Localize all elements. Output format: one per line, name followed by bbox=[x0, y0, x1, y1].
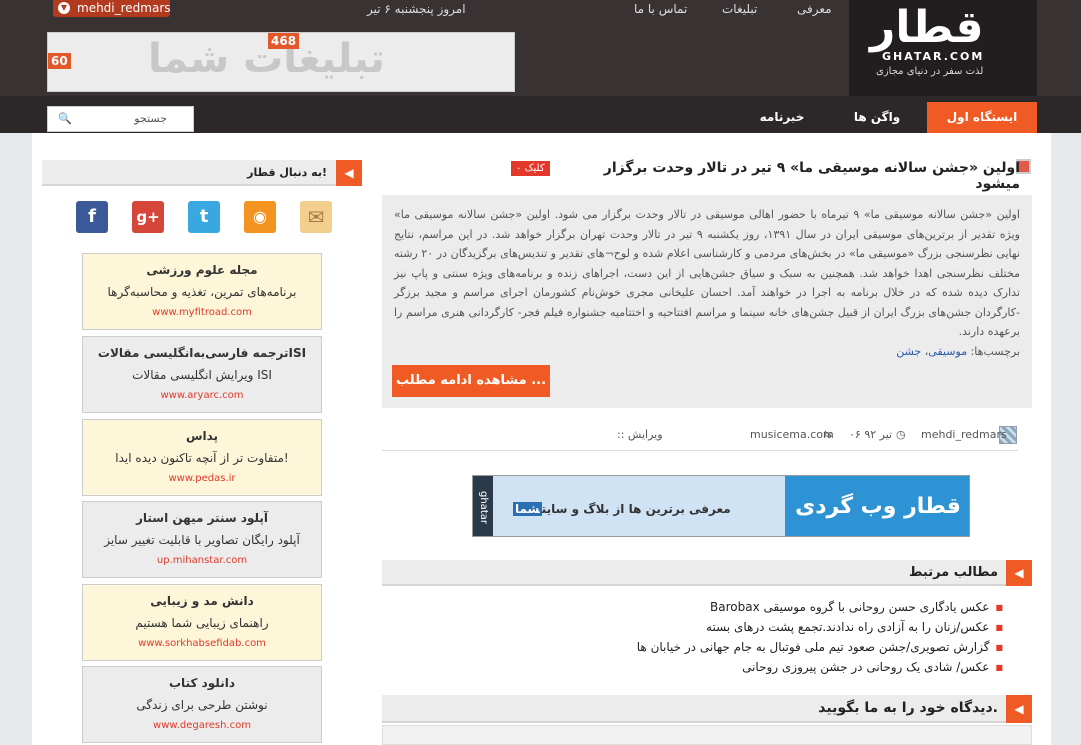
search-input[interactable]: جستجو bbox=[134, 112, 167, 125]
excerpt-text: اولین «جشن سالانه موسیقی ما» ۹ تیرماه با… bbox=[394, 208, 1020, 338]
banner-text: تبلیغات شما bbox=[148, 36, 385, 82]
related-header: ◀ مطالب مرتبط bbox=[382, 560, 1032, 586]
edit-link[interactable]: :: ویرایش bbox=[617, 428, 663, 441]
ad-title: ترجمه فارسی‌به‌انگلیسی مقالات‌ISI bbox=[97, 346, 307, 360]
ad-line-text: معرفی برترین ها از بلاگ و سایت bbox=[541, 502, 731, 516]
tags-label: برچسب‌ها: bbox=[970, 344, 1020, 358]
nav-about[interactable]: معرفی bbox=[797, 2, 832, 16]
related-item[interactable]: عکس/زنان را به آزادی راه ندادند.تجمع پشت… bbox=[706, 620, 1003, 634]
ad-desc: متفاوت تر از آنچه تاکنون دیده ایدا! bbox=[115, 451, 289, 465]
related-title: مطالب مرتبط bbox=[908, 565, 998, 580]
ad-line: معرفی برترین ها از بلاگ و سایتشما bbox=[513, 502, 731, 516]
ad-desc: ویرایش انگلیسی مقالات ISI bbox=[132, 368, 272, 382]
ad-desc: آپلود رایگان تصاویر با قابلیت تغییر سایز bbox=[104, 533, 300, 547]
clock-icon: ◷ bbox=[896, 428, 906, 441]
read-more-button[interactable]: مشاهده ادامه مطلب ... bbox=[392, 365, 550, 397]
logo-sub-text: GHATAR.COM bbox=[882, 50, 985, 63]
tab-wagons[interactable]: واگن ها bbox=[827, 102, 927, 133]
related-item[interactable]: عکس یادگاری حسن روحانی با گروه موسیقی Ba… bbox=[710, 600, 1003, 614]
related-item[interactable]: گزارش تصویری/جشن صعود تیم ملی فوتبال به … bbox=[637, 640, 1003, 654]
banner-height-badge: 60 bbox=[48, 53, 71, 69]
twitter-icon[interactable]: t bbox=[188, 201, 220, 233]
sidebar-ad[interactable]: دانلود کتاب نوشتن طرحی برای زندگی www.de… bbox=[82, 666, 322, 743]
ad-url: www.aryarc.com bbox=[160, 390, 244, 401]
ad-title: آپلود سنتر میهن استار bbox=[135, 511, 269, 525]
search-box[interactable]: 🔍 جستجو bbox=[47, 106, 194, 132]
nav-contact[interactable]: تماس با ما bbox=[634, 2, 687, 16]
sidebar-title: به دنبال قطار! bbox=[247, 166, 327, 179]
arrow-left-icon: ◀ bbox=[336, 160, 362, 186]
tag-link[interactable]: موسیقی bbox=[928, 345, 967, 358]
related-item[interactable]: عکس/ شادی یک روحانی در جشن پیروزی روحانی bbox=[742, 660, 1003, 674]
ad-banner-header[interactable]: تبلیغات شما 468 60 bbox=[47, 32, 515, 92]
post-date: ۰۶ تیر ۹۲ bbox=[849, 428, 893, 441]
chevron-down-icon: ▼ bbox=[58, 2, 70, 14]
arrow-left-icon: ◀ bbox=[1006, 560, 1032, 586]
ad-side-label: ghatar bbox=[473, 476, 493, 536]
nav-ads[interactable]: تبلیغات bbox=[722, 2, 757, 16]
sidebar-ad[interactable]: پداس متفاوت تر از آنچه تاکنون دیده ایدا!… bbox=[82, 419, 322, 496]
ad-title: پداس bbox=[185, 429, 219, 443]
tag-link[interactable]: جشن bbox=[896, 345, 921, 358]
ad-brand: قطار وب گردی bbox=[785, 476, 969, 536]
ad-desc: برنامه‌های تمرین، تغذیه و محاسبه‌گرها bbox=[107, 285, 297, 299]
facebook-icon[interactable]: f bbox=[76, 201, 108, 233]
rss-icon[interactable]: ◉ bbox=[244, 201, 276, 233]
sidebar-ad[interactable]: ترجمه فارسی‌به‌انگلیسی مقالات‌ISI ویرایش… bbox=[82, 336, 322, 413]
comment-header: ◀ دیدگاه خود را به ما بگویید. bbox=[382, 695, 1032, 723]
sidebar-ad[interactable]: مجله علوم ورزشی برنامه‌های تمرین، تغذیه … bbox=[82, 253, 322, 330]
ad-url: www.myfitroad.com bbox=[152, 307, 252, 318]
ad-highlight: شما bbox=[513, 502, 542, 516]
click-count-badge: ۰ کلیک bbox=[511, 161, 550, 176]
sidebar-header: ◀ به دنبال قطار! bbox=[42, 160, 362, 186]
sidebar-ad[interactable]: آپلود سنتر میهن استار آپلود رایگان تصاوی… bbox=[82, 501, 322, 578]
comment-form[interactable] bbox=[382, 725, 1032, 745]
email-icon[interactable]: ✉ bbox=[300, 201, 332, 233]
sidebar-ad[interactable]: دانش مد و زیبایی راهنمای زیبایی شما هستی… bbox=[82, 584, 322, 661]
ad-url: www.pedas.ir bbox=[168, 473, 236, 484]
tab-home[interactable]: ایستگاه اول bbox=[927, 102, 1037, 133]
post-source[interactable]: musicema.com bbox=[750, 428, 834, 441]
tab-newsletter[interactable]: خبرنامه bbox=[737, 102, 827, 133]
ad-url: www.sorkhabsefidab.com bbox=[138, 638, 266, 649]
post-title[interactable]: اولین «جشن سالانه موسیقی ما» ۹ تیر در تا… bbox=[560, 160, 1020, 192]
post-tags: برچسب‌ها: موسیقی، جشن bbox=[896, 344, 1020, 358]
post-author[interactable]: mehdi_redmars bbox=[921, 428, 1007, 441]
ad-banner-ghatar[interactable]: ghatar معرفی برترین ها از بلاگ و سایتشما… bbox=[472, 475, 970, 537]
ad-desc: راهنمای زیبایی شما هستیم bbox=[135, 616, 269, 630]
search-icon[interactable]: 🔍 bbox=[58, 112, 72, 125]
ad-title: دانش مد و زیبایی bbox=[150, 594, 254, 608]
logo-tagline: لذت سفر در دنیای مجازی bbox=[876, 66, 984, 77]
ad-desc: نوشتن طرحی برای زندگی bbox=[136, 698, 268, 712]
googleplus-icon[interactable]: g+ bbox=[132, 201, 164, 233]
user-menu-button[interactable]: ▼ mehdi_redmars bbox=[53, 0, 171, 17]
arrow-left-icon: ◀ bbox=[1006, 695, 1032, 723]
ad-title: مجله علوم ورزشی bbox=[146, 263, 258, 277]
meta-divider bbox=[382, 450, 1018, 451]
header-date: امروز پنجشنبه ۶ تیر bbox=[367, 2, 466, 16]
ad-title: دانلود کتاب bbox=[169, 676, 235, 690]
logo-main-text: قطار bbox=[870, 2, 984, 53]
comment-title: دیدگاه خود را به ما بگویید. bbox=[818, 700, 998, 716]
ad-url: up.mihanstar.com bbox=[156, 555, 248, 566]
username: mehdi_redmars bbox=[77, 1, 171, 15]
banner-width-badge: 468 bbox=[268, 33, 300, 49]
ad-url: www.degaresh.com bbox=[153, 720, 251, 731]
